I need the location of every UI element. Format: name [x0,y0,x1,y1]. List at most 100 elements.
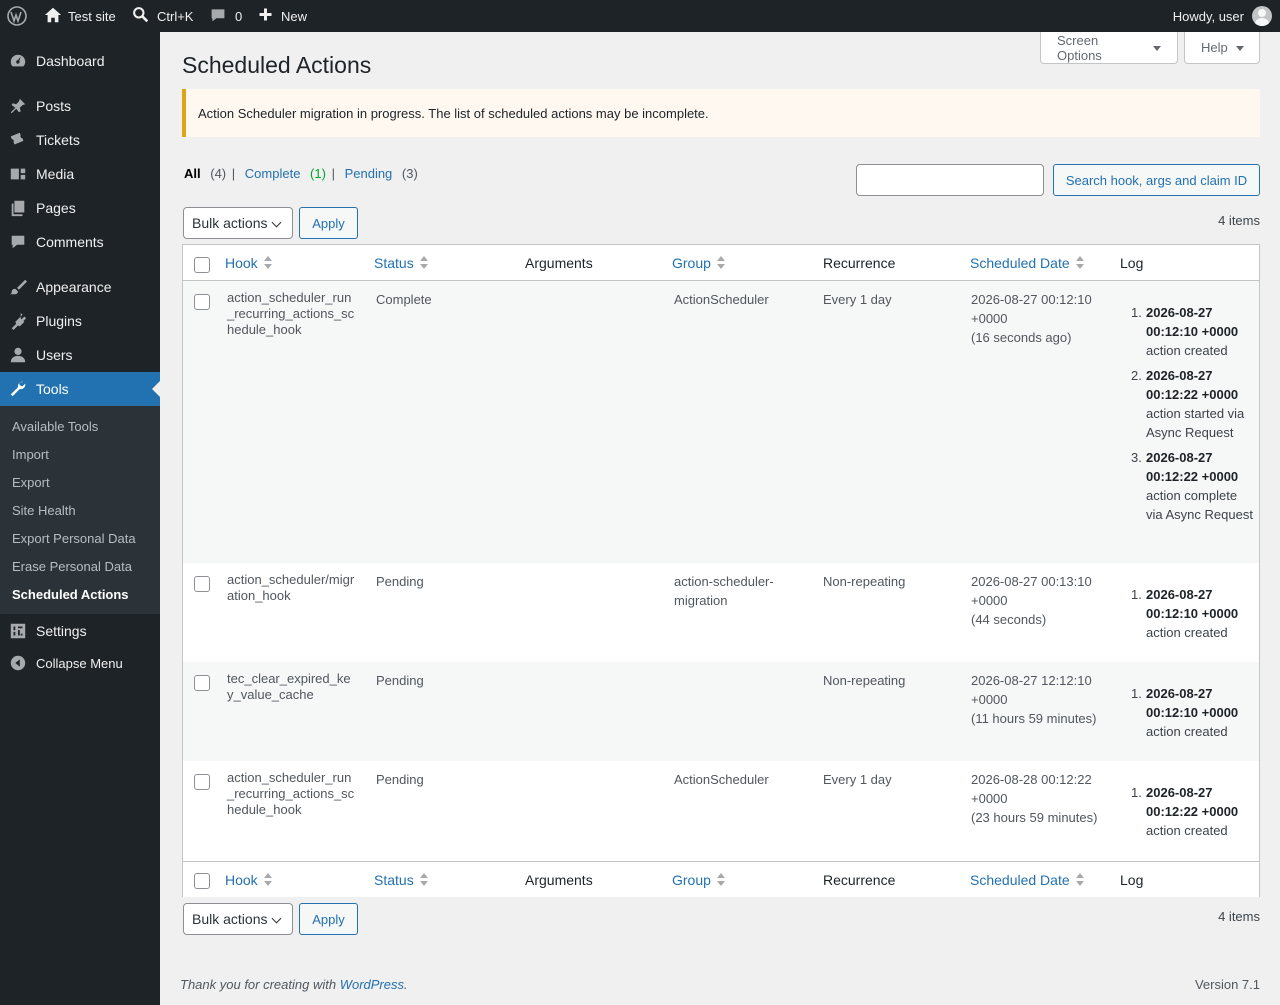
column-label: Scheduled Date [970,872,1070,888]
wrench-icon [0,380,36,398]
bulk-actions-select-top[interactable]: Bulk actions [183,207,293,239]
menu-pages[interactable]: Pages [0,191,160,225]
migration-notice: Action Scheduler migration in progress. … [182,89,1260,137]
menu-label: Posts [36,98,72,114]
column-status[interactable]: Status [374,862,428,898]
filter-complete-count: (1) [310,166,326,181]
relative-time: (44 seconds) [971,612,1047,627]
menu-tickets[interactable]: Tickets [0,123,160,157]
help-button[interactable]: Help [1184,32,1260,64]
wordpress-logo-icon[interactable] [7,0,27,32]
submenu-export-personal-data[interactable]: Export Personal Data [12,531,136,546]
column-scheduled-date[interactable]: Scheduled Date [970,862,1084,898]
log-number: 1. [1131,686,1142,701]
column-scheduled-date[interactable]: Scheduled Date [970,245,1084,281]
row-checkbox[interactable] [194,576,210,592]
menu-label: Settings [36,623,87,639]
row-checkbox[interactable] [194,294,210,310]
avatar [1252,6,1272,26]
log-timestamp: 2026-08-27 00:12:22 +0000 [1146,368,1239,402]
filter-separator: | [331,166,335,181]
submenu-site-health[interactable]: Site Health [12,503,76,518]
column-recurrence: Recurrence [823,872,896,888]
scheduled-date: 2026-08-27 00:13:10 +0000 (44 seconds) [971,572,1111,629]
command-palette-button[interactable]: Ctrl+K [132,0,193,32]
log-entry: 1. 2026-08-27 00:12:10 +0000 action create… [1131,303,1256,360]
recurrence-value: Every 1 day [823,772,892,787]
home-icon [44,6,62,27]
log-entry: 1. 2026-08-27 00:12:22 +0000 action create… [1131,783,1256,840]
log-entry: 2. 2026-08-27 00:12:22 +0000 action starte… [1131,366,1256,442]
select-all-checkbox-bottom[interactable] [194,873,210,889]
menu-dashboard[interactable]: Dashboard [0,44,160,78]
wordpress-link[interactable]: WordPress [340,977,404,992]
comment-icon [210,7,226,26]
column-status[interactable]: Status [374,245,428,281]
column-hook[interactable]: Hook [225,245,272,281]
status-value: Pending [376,574,424,589]
apply-button-bottom[interactable]: Apply [299,903,358,935]
log-timestamp: 2026-08-27 00:12:22 +0000 [1146,785,1239,819]
collapse-menu-button[interactable]: Collapse Menu [0,646,160,680]
log-entry: 1. 2026-08-27 00:12:10 +0000 action create… [1131,684,1256,741]
row-checkbox[interactable] [194,774,210,790]
filter-all[interactable]: All [184,166,201,181]
collapse-icon [0,654,36,672]
menu-settings[interactable]: Settings [0,614,160,648]
submenu-export[interactable]: Export [12,475,50,490]
filter-pending-count: (3) [401,166,418,181]
relative-time: (23 hours 59 minutes) [971,810,1098,825]
search-input[interactable] [856,164,1044,196]
apply-button-top[interactable]: Apply [299,207,358,239]
menu-comments[interactable]: Comments [0,225,160,259]
date-value: 2026-08-27 00:13:10 [971,574,1092,589]
table-footer: Hook Status Arguments Group Recurrence S… [183,861,1259,897]
menu-posts[interactable]: Posts [0,89,160,123]
filter-pending[interactable]: Pending [345,166,393,181]
select-all-checkbox[interactable] [194,257,210,273]
media-icon [0,165,36,183]
bulk-actions-select-bottom[interactable]: Bulk actions [183,903,293,935]
my-account-link[interactable]: Howdy, user [1173,0,1272,32]
submenu-scheduled-actions[interactable]: Scheduled Actions [12,587,129,602]
menu-label: Tickets [36,132,80,148]
filter-complete[interactable]: Complete [245,166,301,181]
column-hook[interactable]: Hook [225,862,272,898]
comments-link[interactable]: 0 [210,0,242,32]
relative-time: (16 seconds ago) [971,330,1072,345]
column-label: Group [672,872,711,888]
search-button[interactable]: Search hook, args and claim ID [1053,164,1260,196]
log-number: 1. [1131,587,1142,602]
column-group[interactable]: Group [672,245,725,281]
plugin-icon [0,312,36,330]
date-value: 2026-08-27 12:12:10 [971,673,1092,688]
submenu-available-tools[interactable]: Available Tools [12,419,98,434]
log-message: action created [1146,823,1228,838]
site-name: Test site [68,8,116,24]
site-name-link[interactable]: Test site [44,0,116,32]
table-row: action_scheduler_run_recurring_actions_s… [183,281,1259,563]
actions-table: Hook Status Arguments Group Recurrence S… [182,244,1260,897]
column-label: Group [672,255,711,271]
chevron-down-icon [271,217,282,228]
submenu-import[interactable]: Import [12,447,49,462]
row-checkbox[interactable] [194,675,210,691]
scheduled-date: 2026-08-28 00:12:22 +0000 (23 hours 59 m… [971,770,1111,827]
menu-label: Tools [36,381,69,397]
menu-label: Appearance [36,279,112,295]
bulk-actions-label: Bulk actions [192,215,268,231]
menu-appearance[interactable]: Appearance [0,270,160,304]
status-filters: All (4) | Complete (1) | Pending (3) [184,166,418,181]
column-log: Log [1120,872,1144,888]
column-group[interactable]: Group [672,862,725,898]
screen-options-button[interactable]: Screen Options [1040,32,1178,64]
column-label: Hook [225,872,258,888]
menu-plugins[interactable]: Plugins [0,304,160,338]
menu-media[interactable]: Media [0,157,160,191]
timezone-value: +0000 [971,791,1008,806]
menu-tools[interactable]: Tools [0,372,160,406]
submenu-erase-personal-data[interactable]: Erase Personal Data [12,559,132,574]
group-value: ActionScheduler [674,772,769,787]
menu-users[interactable]: Users [0,338,160,372]
new-content-link[interactable]: New [258,0,307,32]
